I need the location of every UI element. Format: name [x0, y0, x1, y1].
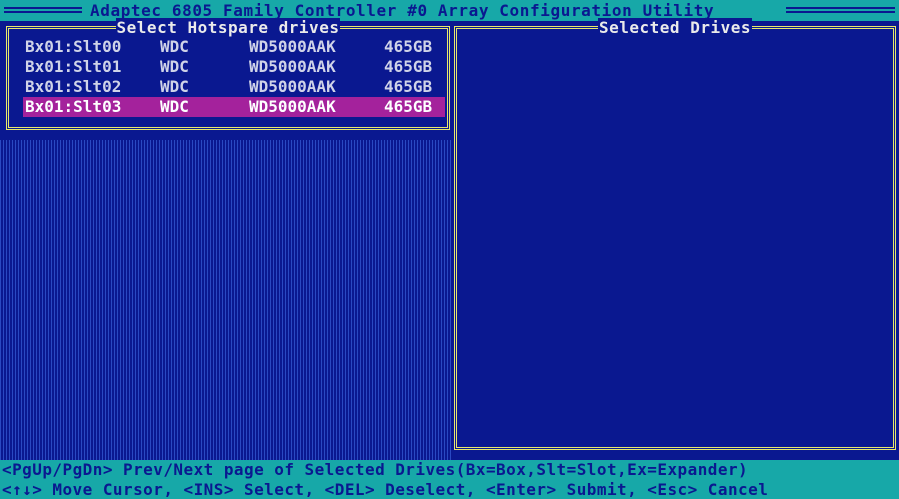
hotspare-drive-panel: Select Hotspare drives Bx01:Slt00 WDC WD…	[6, 18, 450, 130]
drive-model: WD5000AAK	[249, 37, 336, 56]
drive-size: 465GB	[384, 97, 433, 116]
key-help-line-paging: <PgUp/PgDn> Prev/Next page of Selected D…	[2, 460, 749, 479]
selected-drives-panel: Selected Drives	[454, 18, 896, 450]
drive-location: Bx01:Slt03	[25, 97, 122, 116]
hotspare-panel-title-text: Select Hotspare drives	[115, 18, 341, 37]
array-config-screen: Adaptec 6805 Family Controller #0 Array …	[0, 0, 899, 499]
drive-location: Bx01:Slt02	[25, 77, 122, 96]
drive-model: WD5000AAK	[249, 57, 336, 76]
drive-location: Bx01:Slt01	[25, 57, 122, 76]
drive-size: 465GB	[384, 77, 433, 96]
drive-row[interactable]: Bx01:Slt00 WDC WD5000AAK 465GB	[23, 37, 445, 57]
drive-model: WD5000AAK	[249, 97, 336, 116]
drive-row[interactable]: Bx01:Slt02 WDC WD5000AAK 465GB	[23, 77, 445, 97]
drive-vendor: WDC	[160, 37, 189, 56]
key-help-bar: <PgUp/PgDn> Prev/Next page of Selected D…	[0, 460, 899, 499]
drive-location: Bx01:Slt00	[25, 37, 122, 56]
drive-row[interactable]: Bx01:Slt01 WDC WD5000AAK 465GB	[23, 57, 445, 77]
selected-drives-panel-title: Selected Drives	[457, 18, 893, 37]
drive-vendor: WDC	[160, 97, 189, 116]
selected-drives-title-text: Selected Drives	[598, 18, 752, 37]
drive-list: Bx01:Slt00 WDC WD5000AAK 465GB Bx01:Slt0…	[23, 37, 445, 117]
drive-vendor: WDC	[160, 57, 189, 76]
hotspare-panel-title: Select Hotspare drives	[9, 18, 447, 37]
drive-model: WD5000AAK	[249, 77, 336, 96]
drive-vendor: WDC	[160, 77, 189, 96]
drive-size: 465GB	[384, 37, 433, 56]
drive-size: 465GB	[384, 57, 433, 76]
title-rule-right	[786, 7, 895, 13]
title-rule-left	[4, 7, 82, 13]
key-help-line-actions: <↑↓> Move Cursor, <INS> Select, <DEL> De…	[2, 480, 769, 499]
drive-row-selected[interactable]: Bx01:Slt03 WDC WD5000AAK 465GB	[23, 97, 445, 117]
